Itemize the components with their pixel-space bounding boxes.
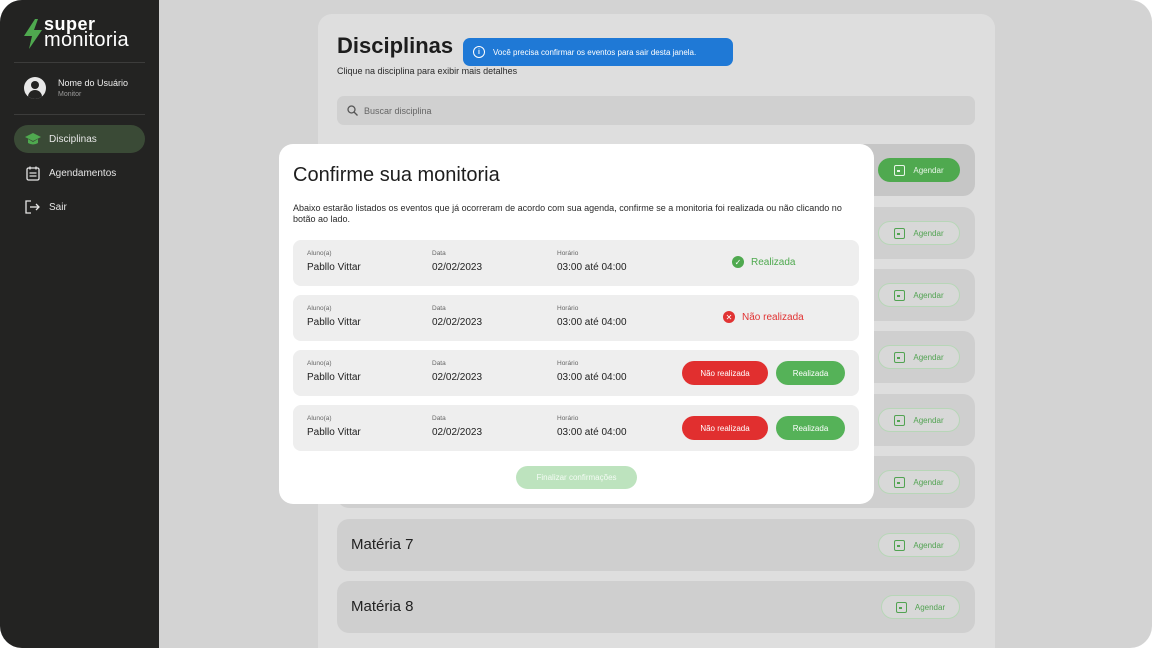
lightning-logo-icon — [24, 19, 42, 49]
agendar-label: Agendar — [913, 352, 944, 362]
sidebar-item-disciplinas[interactable]: Disciplinas — [14, 125, 145, 153]
time-label: Horário — [557, 305, 579, 312]
date-label: Data — [432, 360, 446, 367]
agendar-button[interactable]: Agendar — [878, 221, 960, 245]
agendar-label: Agendar — [913, 477, 944, 487]
search-icon — [347, 105, 358, 116]
time-label: Horário — [557, 360, 579, 367]
check-circle-icon: ✓ — [732, 256, 744, 268]
event-time: 03:00 até 04:00 — [557, 317, 627, 328]
sidebar-item-label: Disciplinas — [49, 133, 97, 145]
calendar-icon — [894, 539, 906, 551]
calendar-icon — [894, 476, 906, 488]
subject-name: Matéria 7 — [351, 536, 414, 553]
info-icon: i — [473, 46, 485, 58]
not-done-button[interactable]: Não realizada — [682, 416, 768, 440]
done-button[interactable]: Realizada — [776, 361, 845, 385]
agendar-button[interactable]: Agendar — [878, 408, 960, 432]
event-date: 02/02/2023 — [432, 317, 483, 328]
page-subtitle: Clique na disciplina para exibir mais de… — [337, 66, 518, 76]
agendar-button[interactable]: Agendar — [878, 345, 960, 369]
subject-name: Matéria 8 — [351, 598, 414, 615]
done-button[interactable]: Realizada — [776, 416, 845, 440]
calendar-list-icon — [25, 165, 41, 181]
event-date: 02/02/2023 — [432, 372, 483, 383]
calendar-icon — [894, 164, 906, 176]
status-not-done: ✕ Não realizada — [723, 311, 804, 323]
logo-text-monitoria: monitoria — [44, 29, 129, 51]
agendar-label: Agendar — [913, 228, 944, 238]
agendar-button[interactable]: Agendar — [878, 533, 960, 557]
sidebar-item-label: Sair — [49, 201, 67, 213]
agendar-label: Agendar — [913, 540, 944, 550]
graduation-cap-icon — [25, 131, 41, 147]
avatar — [24, 77, 46, 99]
student-label: Aluno(a) — [307, 250, 332, 257]
calendar-icon — [894, 227, 906, 239]
info-toast: i Você precisa confirmar os eventos para… — [463, 38, 733, 66]
agendar-label: Agendar — [914, 602, 946, 612]
sidebar-divider — [14, 114, 145, 115]
agendar-label: Agendar — [913, 290, 944, 300]
logout-icon — [25, 199, 41, 215]
toast-text: Você precisa confirmar os eventos para s… — [493, 47, 697, 57]
event-date: 02/02/2023 — [432, 262, 483, 273]
sidebar-item-agendamentos[interactable]: Agendamentos — [14, 159, 145, 187]
date-label: Data — [432, 415, 446, 422]
agendar-label: Agendar — [913, 165, 944, 175]
sidebar-item-label: Agendamentos — [49, 167, 117, 179]
date-label: Data — [432, 305, 446, 312]
student-label: Aluno(a) — [307, 305, 332, 312]
status-text: Não realizada — [742, 311, 804, 323]
student-name: Pabllo Vittar — [307, 427, 361, 438]
finalize-button[interactable]: Finalizar confirmações — [516, 466, 637, 489]
sidebar-item-sair[interactable]: Sair — [14, 193, 145, 221]
modal-title: Confirme sua monitoria — [293, 164, 500, 186]
event-time: 03:00 até 04:00 — [557, 372, 627, 383]
user-role: Monitor — [58, 91, 82, 98]
modal-description: Abaixo estarão listados os eventos que j… — [293, 203, 842, 224]
event-row: Aluno(a) Pabllo Vittar Data 02/02/2023 Hor… — [293, 240, 859, 286]
event-time: 03:00 até 04:00 — [557, 427, 627, 438]
student-name: Pabllo Vittar — [307, 262, 361, 273]
event-time: 03:00 até 04:00 — [557, 262, 627, 273]
student-name: Pabllo Vittar — [307, 372, 361, 383]
calendar-icon — [895, 601, 907, 613]
calendar-icon — [894, 351, 906, 363]
not-done-button[interactable]: Não realizada — [682, 361, 768, 385]
search-input[interactable] — [364, 105, 764, 116]
event-row: Aluno(a) Pabllo Vittar Data 02/02/2023 Hor… — [293, 350, 859, 396]
confirm-modal: Confirme sua monitoria Abaixo estarão li… — [279, 144, 874, 504]
event-row: Aluno(a) Pabllo Vittar Data 02/02/2023 Hor… — [293, 295, 859, 341]
date-label: Data — [432, 250, 446, 257]
calendar-icon — [894, 414, 906, 426]
event-row: Aluno(a) Pabllo Vittar Data 02/02/2023 Hor… — [293, 405, 859, 451]
time-label: Horário — [557, 415, 579, 422]
subject-row[interactable]: Matéria 8 Agendar — [337, 581, 975, 633]
search-bar[interactable] — [337, 96, 975, 125]
student-label: Aluno(a) — [307, 360, 332, 367]
agendar-button[interactable]: Agendar — [878, 158, 960, 182]
status-done: ✓ Realizada — [732, 256, 795, 268]
agendar-button[interactable]: Agendar — [878, 470, 960, 494]
agendar-button[interactable]: Agendar — [881, 595, 960, 619]
user-name: Nome do Usuário — [58, 78, 129, 88]
app-frame: super monitoria Nome do Usuário Monitor … — [0, 0, 1152, 648]
app-logo[interactable]: super monitoria — [24, 15, 129, 51]
sidebar-divider — [14, 62, 145, 63]
user-profile[interactable]: Nome do Usuário Monitor — [24, 77, 128, 99]
agendar-label: Agendar — [913, 415, 944, 425]
student-label: Aluno(a) — [307, 415, 332, 422]
agendar-button[interactable]: Agendar — [878, 283, 960, 307]
student-name: Pabllo Vittar — [307, 317, 361, 328]
subject-row[interactable]: Matéria 7 Agendar — [337, 519, 975, 571]
calendar-icon — [894, 289, 906, 301]
time-label: Horário — [557, 250, 579, 257]
x-circle-icon: ✕ — [723, 311, 735, 323]
event-date: 02/02/2023 — [432, 427, 483, 438]
sidebar: super monitoria Nome do Usuário Monitor … — [0, 0, 159, 648]
status-text: Realizada — [751, 256, 796, 268]
page-title: Disciplinas — [337, 33, 454, 58]
